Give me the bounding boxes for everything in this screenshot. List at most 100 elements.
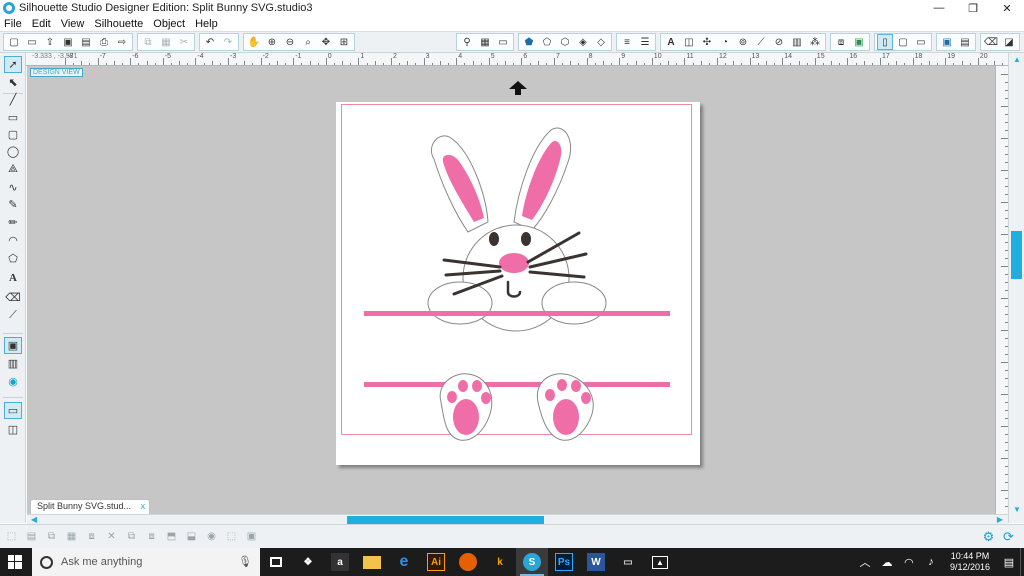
modify-icon[interactable]: ◔ — [717, 34, 733, 50]
menu-help[interactable]: Help — [195, 18, 218, 30]
open-icon[interactable]: ▭ — [24, 34, 40, 50]
line-thickness-icon[interactable]: ≡ — [619, 34, 635, 50]
deselect-icon[interactable]: ▤ — [23, 529, 40, 545]
close-tab-icon[interactable]: x — [141, 501, 146, 511]
freehand-tool-icon[interactable]: ✏ — [4, 214, 22, 231]
menu-file[interactable]: File — [4, 18, 22, 30]
silhouette-app[interactable]: S — [516, 548, 548, 576]
scroll-right-arrow-icon[interactable]: ▶ — [995, 515, 1005, 524]
point-edit-tool-icon[interactable]: ⬉ — [4, 74, 22, 91]
menu-object[interactable]: Object — [153, 18, 185, 30]
vertical-scrollbar[interactable]: ▲ ▼ — [1008, 53, 1024, 523]
save-icon[interactable]: ▣ — [60, 34, 76, 50]
illustrator-app[interactable]: Ai — [420, 548, 452, 576]
text-style-icon[interactable]: A — [663, 34, 679, 50]
knife-tool-icon[interactable]: ⟋ — [4, 307, 22, 324]
design-page-icon[interactable]: ▣ — [4, 337, 22, 354]
rounded-rect-tool-icon[interactable]: ▢ — [4, 126, 22, 143]
knife-icon[interactable]: ⟋ — [753, 34, 769, 50]
text-tool-icon[interactable]: A — [4, 269, 22, 286]
undo-icon[interactable]: ↶ — [202, 34, 218, 50]
photoshop-app[interactable]: Ps — [548, 548, 580, 576]
sketch-icon[interactable]: ⧈ — [833, 34, 849, 50]
release-compound-icon[interactable]: ⧈ — [143, 529, 160, 545]
ellipse-tool-icon[interactable]: ◯ — [4, 143, 22, 160]
horizontal-scroll-thumb[interactable] — [347, 516, 544, 524]
rectangle-tool-icon[interactable]: ▭ — [4, 109, 22, 126]
arc-tool-icon[interactable]: ◠ — [4, 232, 22, 249]
send-panel-icon[interactable]: ◪ — [1001, 34, 1017, 50]
send-icon[interactable]: ⇨ — [114, 34, 130, 50]
print-cut-icon[interactable]: ▯ — [877, 34, 893, 50]
fit-page-icon[interactable]: ⊞ — [336, 34, 352, 50]
onedrive-icon[interactable]: ☁ — [876, 556, 898, 569]
paste-icon[interactable]: ▦ — [158, 34, 174, 50]
page-setup-icon[interactable]: ▭ — [495, 34, 511, 50]
select-all-icon[interactable]: ⬚ — [3, 529, 20, 545]
dropbox-app[interactable]: ❖ — [292, 548, 324, 576]
cut-icon[interactable]: ✂ — [176, 34, 192, 50]
select-tool-icon[interactable]: ➚ — [4, 56, 22, 73]
split-bunny-design[interactable] — [336, 102, 700, 465]
pencil-tool-icon[interactable]: ✎ — [4, 196, 22, 213]
menu-edit[interactable]: Edit — [32, 18, 51, 30]
zoom-in-icon[interactable]: ⊕ — [264, 34, 280, 50]
task-view-button[interactable] — [260, 548, 292, 576]
drag-zoom-icon[interactable]: ✥ — [318, 34, 334, 50]
image-effects-icon[interactable]: ▥ — [789, 34, 805, 50]
line-color-icon[interactable]: ◇ — [593, 34, 609, 50]
firefox-app[interactable] — [452, 548, 484, 576]
make-compound-icon[interactable]: ⧉ — [123, 529, 140, 545]
scroll-down-arrow-icon[interactable]: ▼ — [1012, 505, 1022, 515]
redo-icon[interactable]: ↷ — [220, 34, 236, 50]
k-app[interactable]: k — [484, 548, 516, 576]
eraser-tool-icon[interactable]: ⌫ — [4, 289, 22, 306]
trace-icon[interactable]: ⊘ — [771, 34, 787, 50]
send-back-icon[interactable]: ⬓ — [183, 529, 200, 545]
library-panel-icon[interactable]: ▥ — [4, 355, 22, 372]
pattern-icon[interactable]: ⬡ — [557, 34, 573, 50]
store-panel-icon[interactable]: ◉ — [4, 373, 22, 390]
print-icon[interactable]: ⎙ — [96, 34, 112, 50]
group-icon[interactable]: ⧈ — [83, 529, 100, 545]
bring-front-icon[interactable]: ⬒ — [163, 529, 180, 545]
eraser-icon[interactable]: ⌫ — [983, 34, 999, 50]
photos-app[interactable]: ▲ — [644, 548, 676, 576]
menu-view[interactable]: View — [61, 18, 85, 30]
horizontal-scrollbar[interactable]: ◀ ▶ — [27, 514, 1008, 524]
action-center-icon[interactable]: ▤ — [998, 556, 1020, 569]
pan-icon[interactable]: ✋ — [246, 34, 262, 50]
design-canvas[interactable]: DESIGN VIEW — [27, 66, 995, 514]
media-mode-icon[interactable]: ▤ — [957, 34, 973, 50]
save-library-icon[interactable]: ▤ — [78, 34, 94, 50]
new-file-icon[interactable]: ▢ — [6, 34, 22, 50]
shape-library-icon[interactable]: ⚲ — [459, 34, 475, 50]
store-icon[interactable]: ▭ — [913, 34, 929, 50]
clock[interactable]: 10:44 PM 9/12/2016 — [950, 551, 990, 573]
rhinestone-icon[interactable]: ⁂ — [807, 34, 823, 50]
volume-icon[interactable]: ♪ — [920, 556, 942, 568]
split-view-icon[interactable]: ▭ — [4, 402, 22, 419]
minimize-button[interactable]: — — [922, 0, 956, 16]
vertical-scroll-thumb[interactable] — [1011, 231, 1022, 279]
layout-view-icon[interactable]: ◫ — [4, 421, 22, 438]
cortana-search[interactable]: Ask me anything 🎙 — [32, 548, 260, 576]
devices-app[interactable]: ▭ — [612, 548, 644, 576]
menu-silhouette[interactable]: Silhouette — [94, 18, 143, 30]
wifi-icon[interactable]: ◠ — [898, 556, 920, 569]
document-tab[interactable]: Split Bunny SVG.stud... x — [30, 499, 151, 514]
line-style-icon[interactable]: ◈ — [575, 34, 591, 50]
scroll-left-arrow-icon[interactable]: ◀ — [29, 515, 39, 524]
close-button[interactable]: ✕ — [990, 0, 1024, 16]
replicate-icon[interactable]: ✣ — [699, 34, 715, 50]
restore-button[interactable]: ❐ — [956, 0, 990, 16]
fill-icon[interactable]: ⬟ — [521, 34, 537, 50]
offset-quick-icon[interactable]: ⬚ — [223, 529, 240, 545]
library-icon[interactable]: ▢ — [895, 34, 911, 50]
regular-polygon-tool-icon[interactable]: ⬠ — [4, 250, 22, 267]
show-desktop-button[interactable] — [1020, 548, 1024, 576]
transform-icon[interactable]: ◫ — [681, 34, 697, 50]
layers-icon[interactable]: ▣ — [851, 34, 867, 50]
ungroup-icon[interactable]: ✕ — [103, 529, 120, 545]
zoom-out-icon[interactable]: ⊖ — [282, 34, 298, 50]
